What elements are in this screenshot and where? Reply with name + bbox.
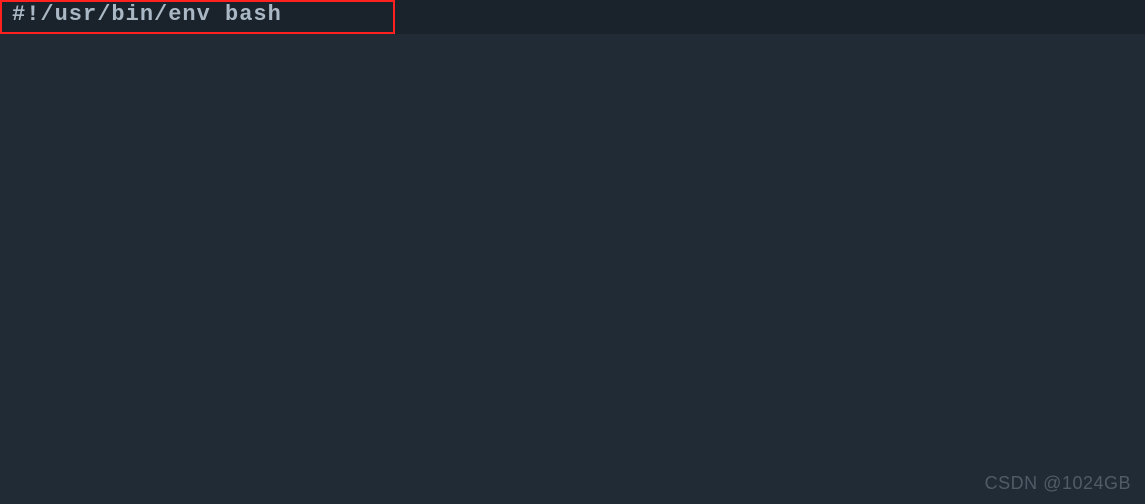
code-editor[interactable]: #!/usr/bin/env bash CSDN @1024GB	[0, 0, 1145, 504]
watermark-text: CSDN @1024GB	[985, 473, 1131, 494]
shebang-line[interactable]: #!/usr/bin/env bash	[12, 2, 282, 27]
